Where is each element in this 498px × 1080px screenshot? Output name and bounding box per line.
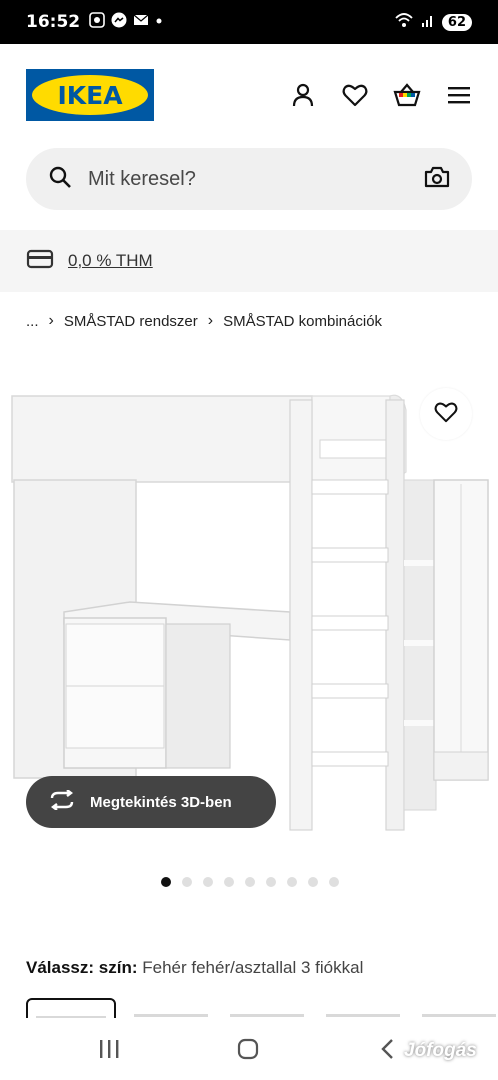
mail-icon [132, 11, 150, 34]
variant-thumbnail[interactable] [414, 998, 498, 1018]
chevron-right-icon: › [48, 312, 54, 329]
card-icon [26, 248, 54, 275]
carousel-dot[interactable] [182, 877, 192, 887]
camera-icon[interactable] [424, 166, 450, 193]
color-value: Fehér fehér/asztallal 3 fiókkal [142, 958, 364, 977]
carousel-dot[interactable] [224, 877, 234, 887]
carousel-dot[interactable] [245, 877, 255, 887]
back-icon[interactable] [378, 1038, 400, 1065]
variant-thumbnail[interactable] [222, 998, 312, 1018]
carousel-dot[interactable] [266, 877, 276, 887]
signal-icon [420, 12, 436, 33]
carousel-dot[interactable] [308, 877, 318, 887]
recent-apps-icon[interactable] [98, 1038, 120, 1065]
breadcrumb-item[interactable]: SMÅSTAD kombinációk [223, 313, 382, 330]
basket-icon[interactable] [392, 80, 422, 110]
view-3d-label: Megtekintés 3D-ben [90, 793, 232, 811]
carousel-dot[interactable] [161, 877, 171, 887]
watermark-text: Jófogás [404, 1040, 477, 1061]
home-icon[interactable] [237, 1038, 259, 1065]
financing-banner[interactable]: 0,0 % THM [0, 230, 498, 292]
breadcrumb: ... › SMÅSTAD rendszer › SMÅSTAD kombiná… [26, 310, 382, 332]
menu-icon[interactable] [444, 80, 474, 110]
user-icon[interactable] [288, 80, 318, 110]
carousel-dot[interactable] [203, 877, 213, 887]
dot-icon [154, 13, 164, 31]
search-icon [48, 165, 72, 194]
breadcrumb-item[interactable]: ... [26, 313, 39, 330]
breadcrumb-item[interactable]: SMÅSTAD rendszer [64, 313, 198, 330]
status-bar: 16:52 62 [0, 0, 498, 44]
carousel-dot[interactable] [287, 877, 297, 887]
site-header: IKEA [0, 44, 498, 144]
battery-indicator: 62 [441, 13, 472, 31]
search-bar[interactable]: Mit keresel? [26, 148, 472, 210]
ikea-logo[interactable]: IKEA [26, 69, 154, 121]
chevron-right-icon: › [207, 312, 214, 329]
wifi-icon [394, 11, 414, 34]
carousel-indicator [161, 877, 339, 887]
variant-thumbnail[interactable] [318, 998, 408, 1018]
search-input[interactable]: Mit keresel? [88, 168, 424, 191]
screen-record-icon [88, 11, 106, 34]
rotate-3d-icon [48, 788, 76, 815]
messenger-icon [110, 11, 128, 34]
status-time: 16:52 [26, 12, 81, 32]
color-selector-label: Válassz: szín: Fehér fehér/asztallal 3 f… [26, 958, 363, 978]
logo-text: IKEA [57, 80, 123, 110]
color-label: Válassz: szín: [26, 958, 138, 977]
heart-icon [434, 401, 458, 428]
financing-link[interactable]: 0,0 % THM [68, 251, 153, 271]
variant-thumbnail[interactable] [126, 998, 216, 1018]
view-3d-button[interactable]: Megtekintés 3D-ben [26, 776, 276, 828]
carousel-dot[interactable] [329, 877, 339, 887]
heart-icon[interactable] [340, 80, 370, 110]
favorite-button[interactable] [420, 388, 472, 440]
variant-thumbnails [26, 998, 498, 1018]
variant-thumbnail[interactable] [26, 998, 116, 1018]
